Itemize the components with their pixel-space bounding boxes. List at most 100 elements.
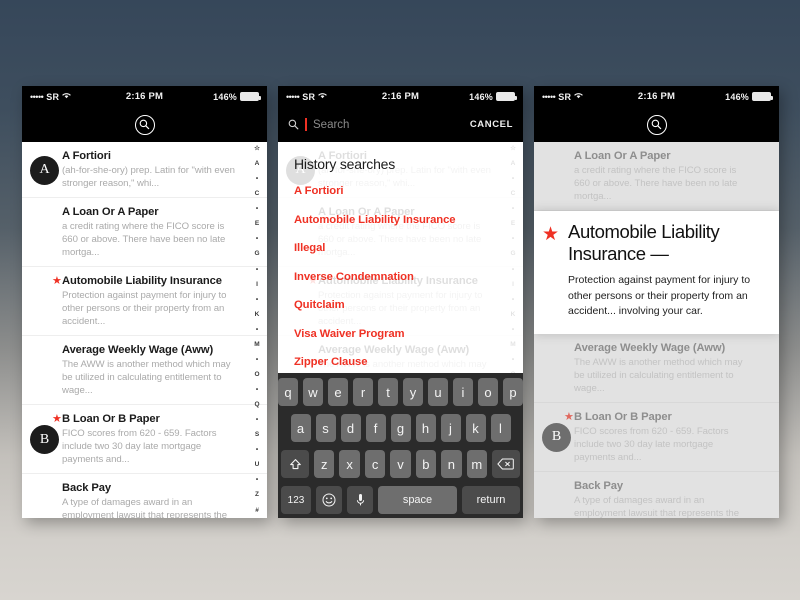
index-letter[interactable]: O (254, 371, 259, 379)
history-item[interactable]: Automobile Liability Insurance (294, 214, 507, 226)
index-letter[interactable]: M (254, 341, 259, 349)
history-heading: History searches (294, 156, 396, 172)
alphabet-index[interactable]: ☆ A • C • E • G • I • K • M • O • Q • S • U • Z # (250, 145, 264, 515)
index-letter[interactable]: Z (255, 492, 259, 499)
index-letter[interactable]: • (256, 176, 258, 183)
key-t[interactable]: t (378, 378, 398, 406)
index-letter[interactable]: • (256, 356, 258, 364)
key-h[interactable]: h (415, 414, 436, 442)
status-bar-right: 146% (725, 92, 773, 102)
key-e[interactable]: e (328, 378, 348, 406)
history-item[interactable]: A Fortiori (294, 185, 507, 197)
emoji-icon[interactable] (316, 486, 342, 514)
shift-icon[interactable] (281, 450, 310, 478)
entry-title: B Loan Or B Paper (574, 410, 672, 423)
key-v[interactable]: v (390, 450, 411, 478)
entry-title: A Loan Or A Paper (574, 150, 671, 162)
key-m[interactable]: m (466, 450, 487, 478)
index-letter[interactable]: I (256, 281, 258, 289)
key-u[interactable]: u (428, 378, 448, 406)
index-letter[interactable]: • (256, 266, 258, 274)
search-icon (288, 119, 299, 130)
list-item[interactable]: Average Weekly Wage (Aww) The AWW is anot… (534, 334, 779, 403)
key-return[interactable]: return (462, 486, 520, 514)
index-letter[interactable]: • (256, 236, 258, 243)
index-letter[interactable]: S (255, 432, 259, 439)
list-item[interactable]: B★B Loan Or B Paper FICO scores from 620 … (534, 403, 779, 472)
key-j[interactable]: j (440, 414, 461, 442)
search-input[interactable]: Search (313, 119, 464, 131)
list-item[interactable]: AA Fortiori(ah-for-she-ory) prep. Latin … (22, 142, 267, 198)
key-b[interactable]: b (415, 450, 437, 478)
list-item[interactable]: A Loan Or A Paper a credit rating where … (534, 142, 779, 211)
key-p[interactable]: p (503, 378, 523, 406)
list-item[interactable]: ★Automobile Liability Insurance Protectio… (22, 267, 267, 336)
key-n[interactable]: n (441, 450, 462, 478)
index-letter[interactable]: • (256, 477, 258, 484)
index-letter[interactable]: E (255, 221, 259, 228)
star-icon[interactable]: ★ (542, 225, 559, 244)
key-g[interactable]: g (390, 414, 411, 442)
wifi-icon (574, 91, 583, 101)
search-bar[interactable]: Search CANCEL (278, 107, 523, 142)
star-icon[interactable]: ★ (52, 412, 62, 426)
index-letter[interactable]: K (255, 311, 260, 319)
key-z[interactable]: z (314, 450, 335, 478)
key-space[interactable]: space (378, 486, 457, 514)
list-item[interactable]: Back Pay A type of damages award in an em… (22, 474, 267, 518)
index-letter[interactable]: • (256, 206, 258, 213)
history-item[interactable]: Illegal (294, 242, 507, 254)
key-s[interactable]: s (315, 414, 336, 442)
key-k[interactable]: k (465, 414, 486, 442)
status-bar-left: ••••• SR (30, 92, 71, 102)
index-letter[interactable]: • (256, 447, 258, 454)
star-icon[interactable]: ★ (52, 274, 62, 288)
search-icon[interactable] (646, 114, 667, 135)
index-letter[interactable]: • (256, 417, 258, 424)
microphone-icon[interactable] (347, 486, 373, 514)
cancel-button[interactable]: CANCEL (470, 119, 513, 130)
history-item[interactable]: Visa Waiver Program (294, 328, 507, 340)
backspace-icon[interactable] (491, 450, 520, 478)
status-bar-left: ••••• SR (542, 92, 583, 102)
key-o[interactable]: o (478, 378, 498, 406)
index-letter[interactable]: C (255, 191, 260, 198)
key-l[interactable]: l (490, 414, 511, 442)
index-letter[interactable]: U (255, 462, 260, 469)
key-d[interactable]: d (340, 414, 361, 442)
onscreen-keyboard[interactable]: qwertyuiop asdfghjkl zxcvbnm 123 space r… (278, 373, 523, 518)
battery-icon (496, 92, 517, 101)
key-c[interactable]: c (364, 450, 386, 478)
index-letter[interactable]: • (256, 326, 258, 334)
expanded-entry-card[interactable]: ★ Automobile Liability Insurance — Prote… (534, 211, 779, 334)
index-letter[interactable]: Q (254, 402, 259, 409)
index-letter[interactable]: • (256, 296, 258, 304)
search-icon[interactable] (134, 114, 155, 135)
detail-list-container[interactable]: A Loan Or A Paper a credit rating where … (534, 142, 779, 518)
key-y[interactable]: y (403, 378, 423, 406)
key-f[interactable]: f (365, 414, 386, 442)
list-item[interactable]: Back Pay A type of damages award in an em… (534, 472, 779, 519)
history-item[interactable]: Quitclaim (294, 299, 507, 311)
key-numbers[interactable]: 123 (281, 486, 311, 514)
list-item[interactable]: A Loan Or A Paper a credit rating where t… (22, 198, 267, 267)
history-item[interactable]: Inverse Condemnation (294, 271, 507, 283)
key-x[interactable]: x (339, 450, 360, 478)
key-i[interactable]: i (453, 378, 473, 406)
glossary-list-container[interactable]: AA Fortiori (ah-for-she-ory) prep. Latin … (22, 142, 267, 518)
key-q[interactable]: q (278, 378, 298, 406)
index-letter[interactable]: A (255, 161, 260, 168)
key-r[interactable]: r (353, 378, 373, 406)
entry-description: Protection against payment for injury to… (62, 290, 227, 327)
star-icon[interactable]: ★ (564, 410, 574, 424)
key-w[interactable]: w (303, 378, 323, 406)
index-letter[interactable]: • (256, 386, 258, 394)
index-letter[interactable]: # (255, 507, 259, 515)
index-letter[interactable]: ☆ (254, 145, 260, 153)
key-a[interactable]: a (290, 414, 311, 442)
history-item[interactable]: Zipper Clause (294, 356, 507, 368)
index-letter[interactable]: G (254, 251, 259, 258)
list-item[interactable]: B★B Loan Or B Paper FICO scores from 620 … (22, 405, 267, 474)
list-item[interactable]: Average Weekly Wage (Aww) The AWW is anot… (22, 336, 267, 405)
wifi-icon (318, 91, 327, 101)
